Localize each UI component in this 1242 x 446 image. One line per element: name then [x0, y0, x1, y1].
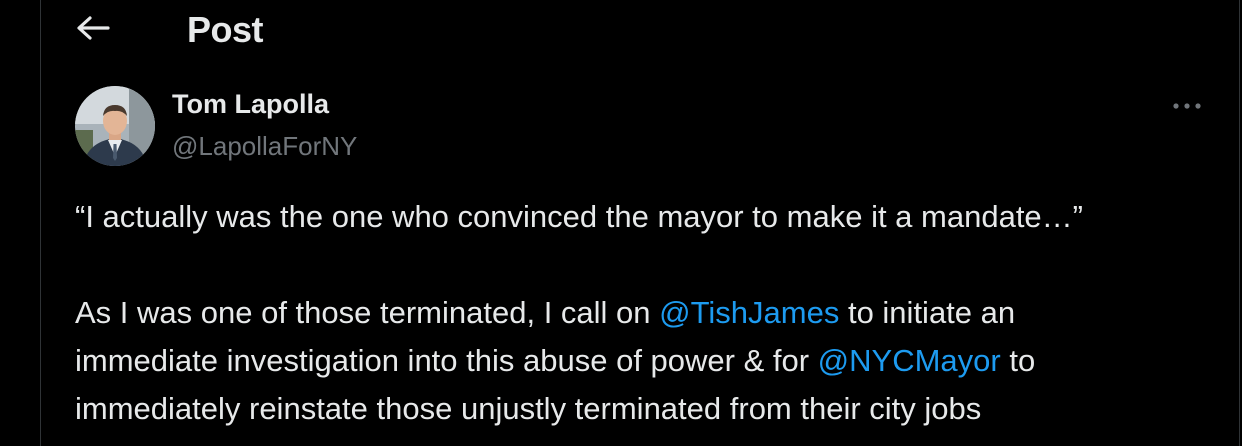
body-text: immediately reinstate those unjustly ter…: [75, 391, 982, 426]
post-column: Post Tom Lapolla @LapollaForNY “I actual…: [40, 0, 1240, 446]
back-button[interactable]: [71, 6, 115, 50]
body-text: As I was one of those terminated, I call…: [75, 295, 660, 330]
arrow-left-icon: [77, 16, 110, 40]
more-dots-icon: [1173, 103, 1201, 109]
avatar[interactable]: [75, 86, 155, 166]
post-header: Post: [41, 0, 1239, 60]
body-text: to initiate an: [839, 295, 1016, 330]
author-name[interactable]: Tom Lapolla: [172, 89, 329, 120]
profile-photo: [75, 86, 155, 166]
mention-link-tishjames[interactable]: @TishJames: [659, 295, 839, 330]
body-text: immediate investigation into this abuse …: [75, 343, 818, 378]
body-text: to: [1000, 343, 1036, 378]
more-button[interactable]: [1167, 88, 1207, 124]
page-title: Post: [187, 9, 264, 50]
post-text: “I actually was the one who convinced th…: [75, 193, 1225, 433]
post-paragraph-body: As I was one of those terminated, I call…: [75, 289, 1225, 433]
author-handle[interactable]: @LapollaForNY: [172, 131, 357, 162]
mention-link-nycmayor[interactable]: @NYCMayor: [818, 343, 1001, 378]
post-paragraph-quote: “I actually was the one who convinced th…: [75, 199, 1083, 234]
